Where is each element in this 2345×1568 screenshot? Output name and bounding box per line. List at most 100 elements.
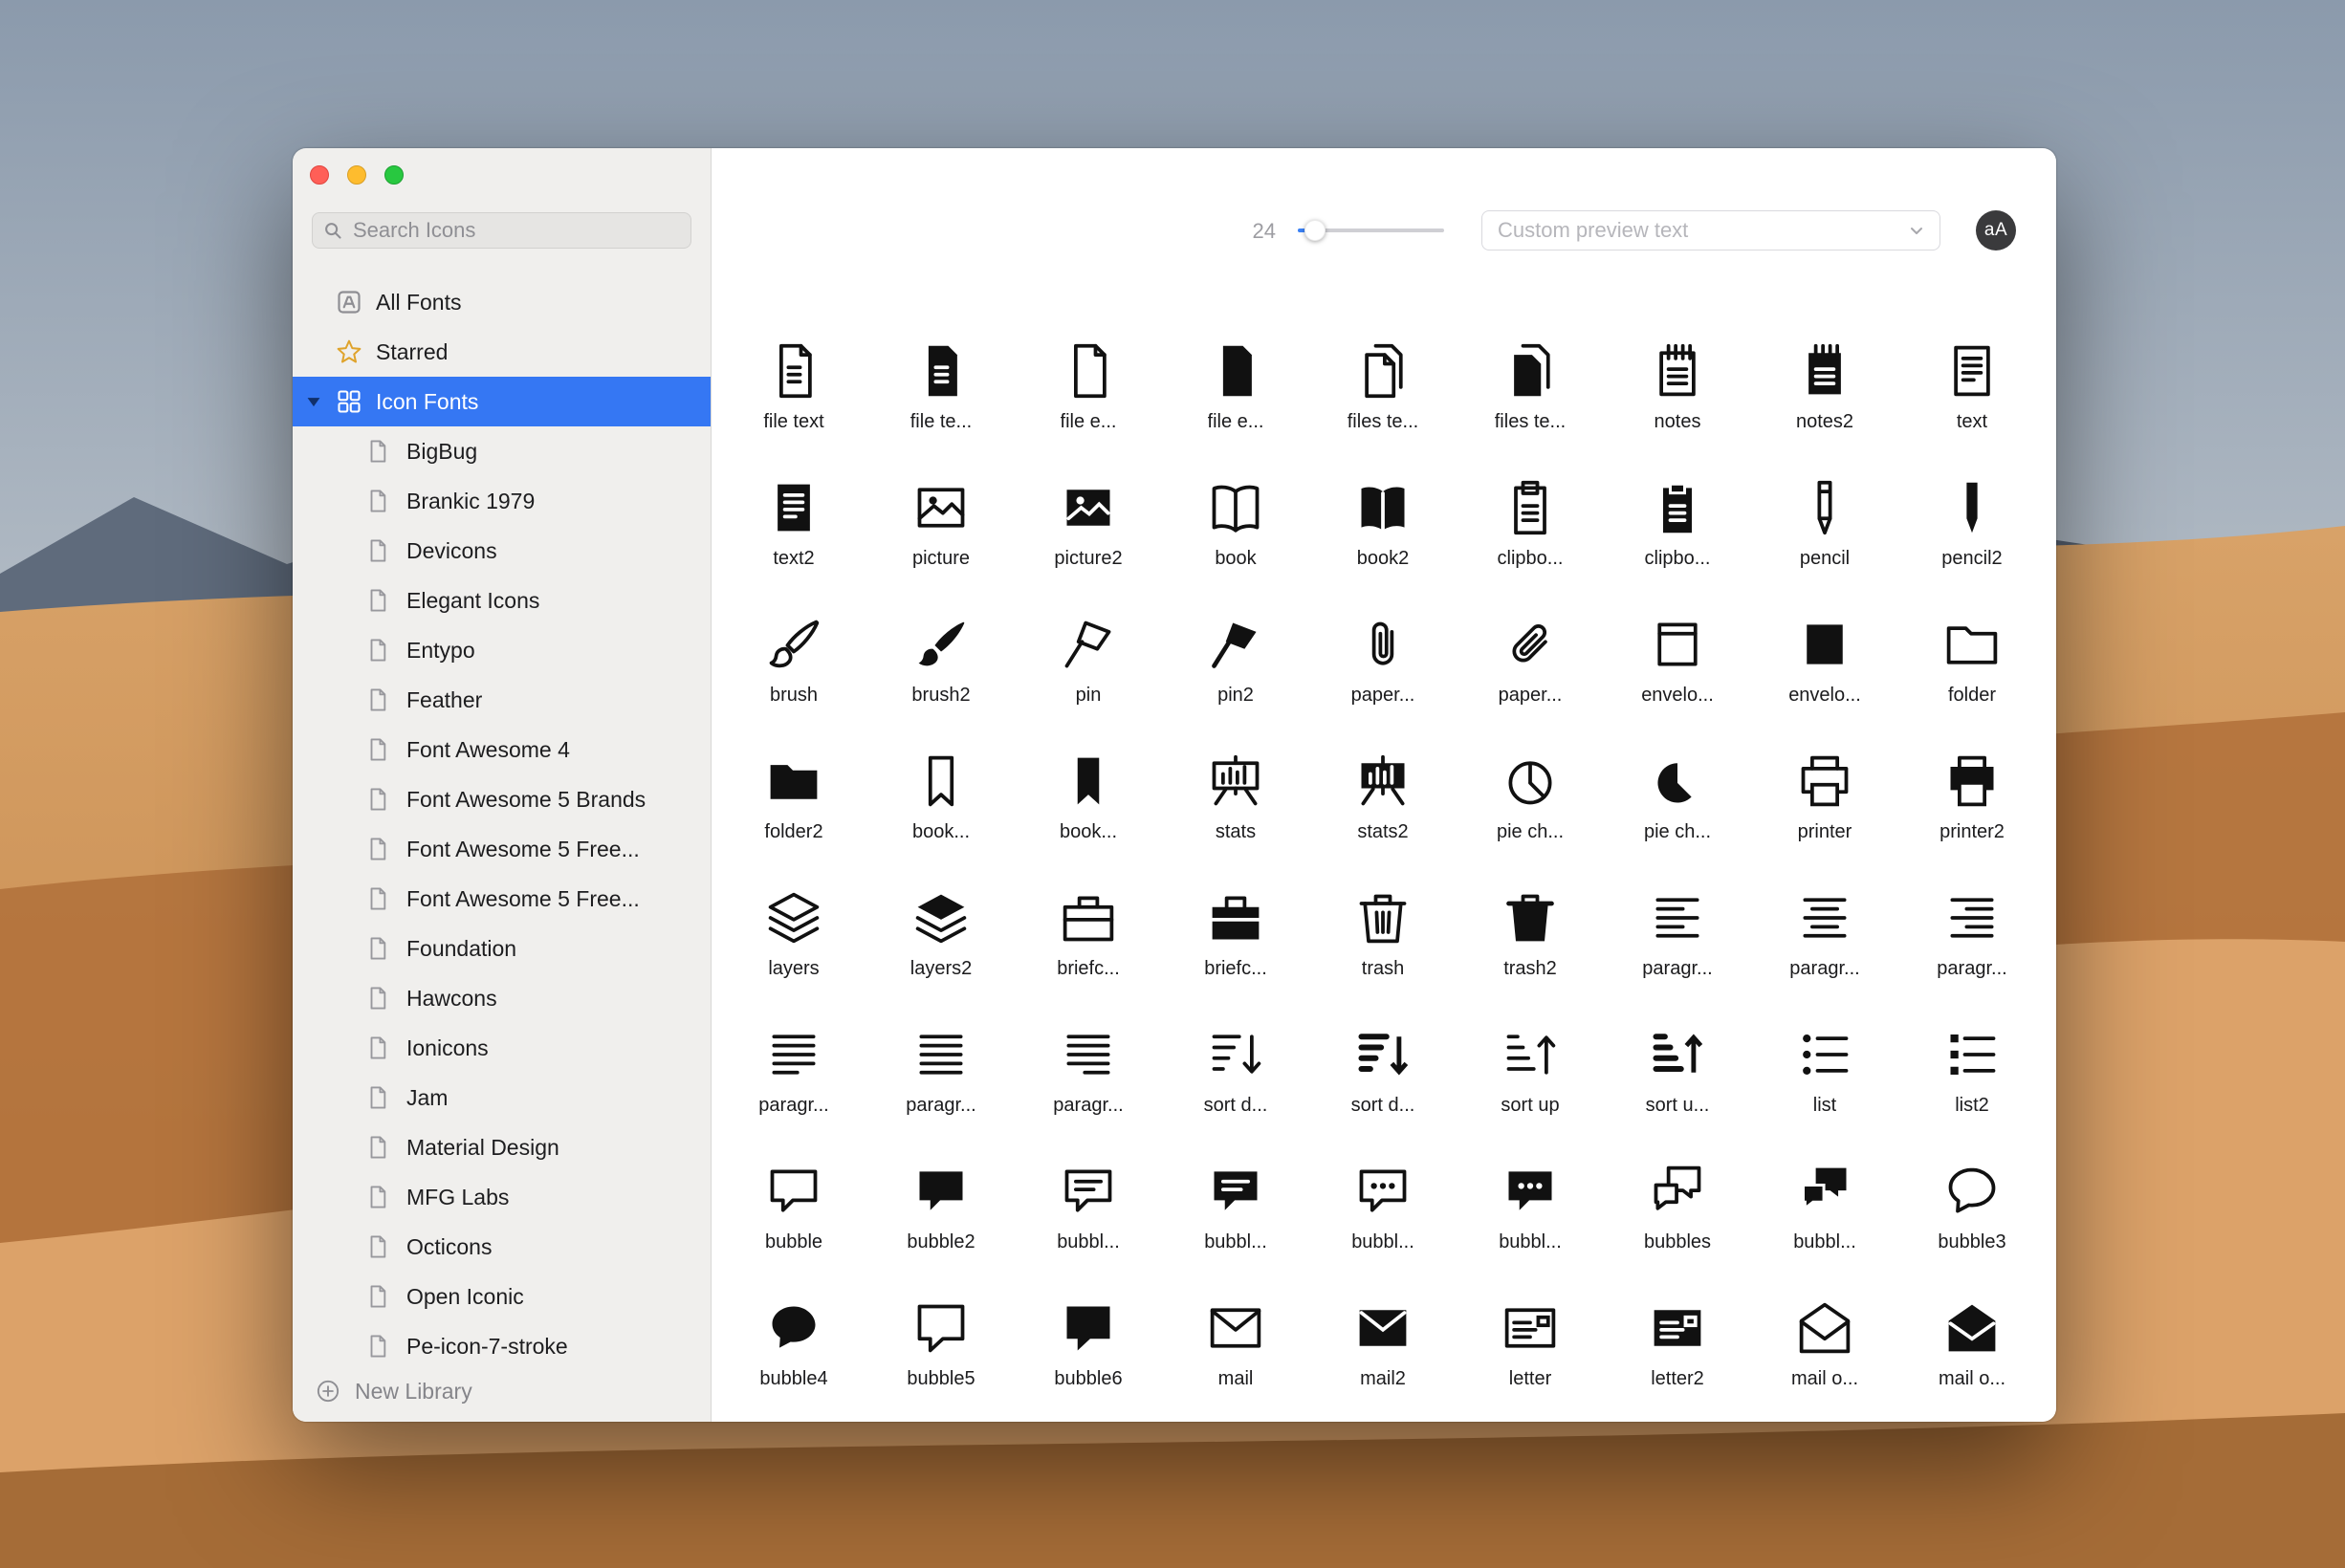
icon-cell-list[interactable]: list [1751, 1016, 1898, 1153]
icon-cell-bubble-dots[interactable]: bubbl... [1309, 1153, 1457, 1290]
sidebar-item-jam[interactable]: Jam [293, 1073, 711, 1122]
sidebar-item-font-awesome-5-brands[interactable]: Font Awesome 5 Brands [293, 774, 711, 824]
icon-cell-pencil[interactable]: pencil [1751, 469, 1898, 606]
icon-cell-stats[interactable]: stats [1162, 743, 1309, 880]
icon-cell-letter[interactable]: letter [1457, 1290, 1604, 1422]
sidebar-item-font-awesome-5-free[interactable]: Font Awesome 5 Free... [293, 874, 711, 924]
sidebar-item-font-awesome-5-free[interactable]: Font Awesome 5 Free... [293, 824, 711, 874]
icon-cell-bookmark2[interactable]: book... [1015, 743, 1162, 880]
icon-cell-briefcase2[interactable]: briefc... [1162, 880, 1309, 1016]
icon-cell-printer2[interactable]: printer2 [1898, 743, 2046, 880]
icon-cell-paragraph-left[interactable]: paragr... [1604, 880, 1751, 1016]
icon-cell-trash[interactable]: trash [1309, 880, 1457, 1016]
icon-cell-paperclip2[interactable]: paper... [1457, 606, 1604, 743]
icon-cell-trash2[interactable]: trash2 [1457, 880, 1604, 1016]
sidebar-item-feather[interactable]: Feather [293, 675, 711, 725]
icon-cell-files-empty[interactable]: files te... [1309, 333, 1457, 469]
icon-cell-envelope[interactable]: envelo... [1604, 606, 1751, 743]
sidebar-item-material-design[interactable]: Material Design [293, 1122, 711, 1172]
icon-cell-stats2[interactable]: stats2 [1309, 743, 1457, 880]
icon-cell-mail-open[interactable]: mail o... [1751, 1290, 1898, 1422]
icon-cell-bubble5[interactable]: bubble5 [867, 1290, 1015, 1422]
sidebar-item-icon-fonts[interactable]: Icon Fonts [293, 377, 711, 426]
icon-cell-paragraph-right2[interactable]: paragr... [1015, 1016, 1162, 1153]
icon-cell-clipboard2[interactable]: clipbo... [1604, 469, 1751, 606]
icon-cell-bookmark[interactable]: book... [867, 743, 1015, 880]
icon-cell-paragraph-left2[interactable]: paragr... [720, 1016, 867, 1153]
icon-cell-letter2[interactable]: letter2 [1604, 1290, 1751, 1422]
sidebar-item-starred[interactable]: Starred [293, 327, 711, 377]
icon-cell-brush2[interactable]: brush2 [867, 606, 1015, 743]
icon-cell-mail-open2[interactable]: mail o... [1898, 1290, 2046, 1422]
icon-cell-bubbles[interactable]: bubbles [1604, 1153, 1751, 1290]
icon-cell-book[interactable]: book [1162, 469, 1309, 606]
icon-cell-list2[interactable]: list2 [1898, 1016, 2046, 1153]
icon-cell-mail2[interactable]: mail2 [1309, 1290, 1457, 1422]
icon-cell-text[interactable]: text [1898, 333, 2046, 469]
icon-cell-sort-up2[interactable]: sort u... [1604, 1016, 1751, 1153]
sidebar-item-all-fonts[interactable]: All Fonts [293, 277, 711, 327]
sidebar-item-octicons[interactable]: Octicons [293, 1222, 711, 1272]
icon-cell-clipboard[interactable]: clipbo... [1457, 469, 1604, 606]
sidebar-item-devicons[interactable]: Devicons [293, 526, 711, 576]
icon-cell-sort-down[interactable]: sort d... [1162, 1016, 1309, 1153]
icon-cell-file-empty[interactable]: file e... [1015, 333, 1162, 469]
icon-cell-mail[interactable]: mail [1162, 1290, 1309, 1422]
icon-cell-sort-down2[interactable]: sort d... [1309, 1016, 1457, 1153]
icon-cell-sort-up[interactable]: sort up [1457, 1016, 1604, 1153]
icon-cell-bubbles2[interactable]: bubbl... [1751, 1153, 1898, 1290]
icon-cell-picture2[interactable]: picture2 [1015, 469, 1162, 606]
icon-cell-pin2[interactable]: pin2 [1162, 606, 1309, 743]
sidebar-item-entypo[interactable]: Entypo [293, 625, 711, 675]
minimize-button[interactable] [347, 165, 366, 185]
icon-cell-briefcase[interactable]: briefc... [1015, 880, 1162, 1016]
sidebar-item-mfg-labs[interactable]: MFG Labs [293, 1172, 711, 1222]
icon-cell-file-text[interactable]: file text [720, 333, 867, 469]
icon-cell-pin[interactable]: pin [1015, 606, 1162, 743]
icon-cell-pie-chart2[interactable]: pie ch... [1604, 743, 1751, 880]
icon-cell-bubble3[interactable]: bubble3 [1898, 1153, 2046, 1290]
size-slider[interactable] [1298, 220, 1444, 241]
sidebar-item-foundation[interactable]: Foundation [293, 924, 711, 973]
icon-cell-printer[interactable]: printer [1751, 743, 1898, 880]
icon-cell-text2[interactable]: text2 [720, 469, 867, 606]
zoom-button[interactable] [384, 165, 404, 185]
icon-cell-notes2[interactable]: notes2 [1751, 333, 1898, 469]
icon-cell-bubble4[interactable]: bubble4 [720, 1290, 867, 1422]
icon-cell-envelope2[interactable]: envelo... [1751, 606, 1898, 743]
icon-cell-file-empty2[interactable]: file e... [1162, 333, 1309, 469]
sidebar-item-bigbug[interactable]: BigBug [293, 426, 711, 476]
disclosure-triangle-icon[interactable] [305, 393, 322, 410]
close-button[interactable] [310, 165, 329, 185]
icon-cell-pencil2[interactable]: pencil2 [1898, 469, 2046, 606]
icon-cell-brush[interactable]: brush [720, 606, 867, 743]
icon-cell-folder[interactable]: folder [1898, 606, 2046, 743]
icon-cell-book2[interactable]: book2 [1309, 469, 1457, 606]
icon-cell-bubble6[interactable]: bubble6 [1015, 1290, 1162, 1422]
preview-text-dropdown[interactable]: Custom preview text [1481, 210, 1940, 250]
icon-cell-paragraph-right[interactable]: paragr... [1898, 880, 2046, 1016]
sidebar-item-pe-icon-7-stroke[interactable]: Pe-icon-7-stroke [293, 1321, 711, 1361]
icon-cell-bubble-dots2[interactable]: bubbl... [1457, 1153, 1604, 1290]
sidebar-item-hawcons[interactable]: Hawcons [293, 973, 711, 1023]
search-input[interactable] [351, 217, 681, 244]
icon-cell-bubble-lines[interactable]: bubbl... [1015, 1153, 1162, 1290]
icon-cell-paragraph-justify[interactable]: paragr... [867, 1016, 1015, 1153]
sidebar-item-elegant-icons[interactable]: Elegant Icons [293, 576, 711, 625]
icon-cell-files-empty2[interactable]: files te... [1457, 333, 1604, 469]
icon-cell-notes[interactable]: notes [1604, 333, 1751, 469]
icon-cell-bubble-lines2[interactable]: bubbl... [1162, 1153, 1309, 1290]
new-library-button[interactable]: New Library [293, 1361, 711, 1422]
case-toggle-button[interactable]: aA [1976, 210, 2016, 250]
icon-cell-folder2[interactable]: folder2 [720, 743, 867, 880]
icon-cell-picture[interactable]: picture [867, 469, 1015, 606]
icon-cell-layers2[interactable]: layers2 [867, 880, 1015, 1016]
icon-cell-layers[interactable]: layers [720, 880, 867, 1016]
sidebar-item-font-awesome-4[interactable]: Font Awesome 4 [293, 725, 711, 774]
icon-cell-bubble2[interactable]: bubble2 [867, 1153, 1015, 1290]
icon-cell-file-text2[interactable]: file te... [867, 333, 1015, 469]
sidebar-item-open-iconic[interactable]: Open Iconic [293, 1272, 711, 1321]
icon-cell-paperclip[interactable]: paper... [1309, 606, 1457, 743]
sidebar-item-ionicons[interactable]: Ionicons [293, 1023, 711, 1073]
icon-cell-paragraph-center[interactable]: paragr... [1751, 880, 1898, 1016]
